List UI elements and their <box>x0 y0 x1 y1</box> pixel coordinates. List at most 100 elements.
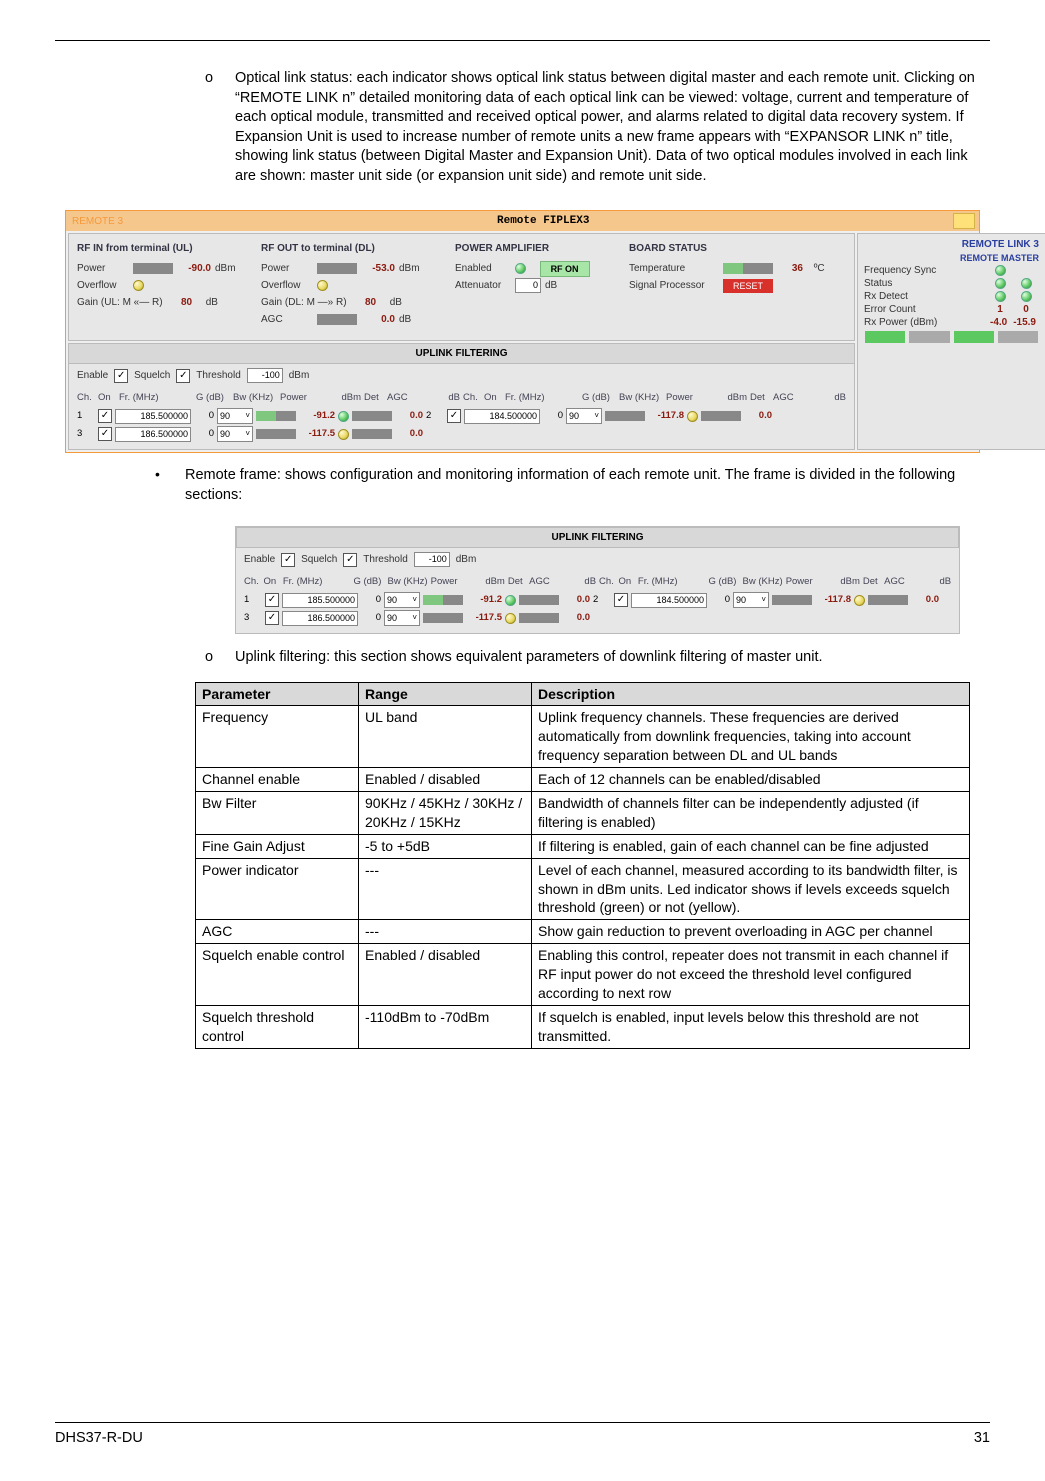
agc-val: 0.0 <box>395 410 423 423</box>
enable-lbl: Enable <box>77 369 108 383</box>
table-row: Squelch threshold control-110dBm to -70d… <box>196 1005 970 1048</box>
uplink-filtering-text: Uplink filtering: this section shows equ… <box>235 649 823 665</box>
bw-select[interactable]: 90 <box>566 408 602 424</box>
h: Det <box>863 576 881 589</box>
ch-hdr2: Ch. <box>463 392 481 405</box>
squelch-lbl: Squelch <box>134 369 170 383</box>
ch-on-checkbox[interactable]: ✓ <box>447 409 461 423</box>
table-row: Squelch enable controlEnabled / disabled… <box>196 944 970 1006</box>
c: 0 <box>361 612 381 625</box>
rl-rx-detect: Rx Detect <box>864 290 908 304</box>
remote-frame-paragraph: •Remote frame: shows configuration and m… <box>185 465 980 505</box>
optical-link-paragraph: oOptical link status: each indicator sho… <box>235 69 980 186</box>
fr-hdr2: Fr. (MHz) <box>505 392 579 405</box>
ul-gain-lbl: Gain (UL: M «— R) <box>77 296 177 310</box>
c: 0.0 <box>911 594 939 607</box>
agc-val: 0.0 <box>744 410 772 423</box>
ch-on-checkbox[interactable]: ✓ <box>265 611 279 625</box>
enable-checkbox[interactable]: ✓ <box>114 369 128 383</box>
table-row: Channel enableEnabled / disabledEach of … <box>196 768 970 792</box>
led-icon <box>1021 278 1032 289</box>
threshold-input[interactable]: -100 <box>247 368 283 383</box>
led-icon <box>995 278 1006 289</box>
channel-table: Ch. On Fr. (MHz) G (dB) Bw (KHz) Power d… <box>68 387 855 450</box>
pa-att-input[interactable]: 0 <box>515 278 541 293</box>
threshold-unit: dBm <box>456 553 477 567</box>
ul-power-lbl: Power <box>77 262 129 276</box>
td: Enabling this control, repeater does not… <box>532 944 970 1006</box>
filter-controls: Enable✓ Squelch✓ Threshold-100dBm <box>68 364 855 387</box>
ch-on-checkbox[interactable]: ✓ <box>265 593 279 607</box>
h: Bw (KHz) <box>387 576 427 589</box>
td: Channel enable <box>196 768 359 792</box>
g-val: 0 <box>194 410 214 423</box>
threshold-lbl: Threshold <box>363 553 407 567</box>
h: dB <box>926 576 952 589</box>
rl-status: Status <box>864 277 892 291</box>
rl-bar <box>909 331 949 343</box>
td: If squelch is enabled, input levels belo… <box>532 1005 970 1048</box>
det-led <box>505 595 516 606</box>
freq-input[interactable]: 184.500000 <box>464 409 540 424</box>
footer-page-num: 31 <box>974 1429 990 1449</box>
dl-power-bar <box>317 263 357 274</box>
freq-input[interactable]: 185.500000 <box>115 409 191 424</box>
bw-select[interactable]: 90 <box>384 592 420 608</box>
td: Bandwidth of channels filter can be inde… <box>532 792 970 835</box>
parameter-table: Parameter Range Description FrequencyUL … <box>195 682 970 1049</box>
power-bar <box>256 429 296 439</box>
h: dB <box>570 576 596 589</box>
ul-gain-val: 80 <box>181 296 192 310</box>
remote-frame-text: Remote frame: shows configuration and mo… <box>185 467 955 503</box>
agc-val: 0.0 <box>395 428 423 441</box>
footer-doc-id: DHS37-R-DU <box>55 1429 143 1449</box>
freq-input[interactable]: 185.500000 <box>282 593 358 608</box>
uplink-filtering-header: UPLINK FILTERING <box>68 343 855 365</box>
bw-hdr: Bw (KHz) <box>233 392 277 405</box>
h: Ch. <box>599 576 615 589</box>
rl-val: 0 <box>1023 303 1029 317</box>
pa-enabled-lbl: Enabled <box>455 262 511 276</box>
bs-temp-unit: ºC <box>814 262 825 276</box>
dl-power-val: -53.0 <box>361 262 395 276</box>
fig1-titlebar: REMOTE 3 Remote FIPLEX3 <box>66 211 979 231</box>
bw-select[interactable]: 90 <box>384 610 420 626</box>
power-bar <box>772 595 812 605</box>
channel-header-row: Ch. On Fr. (MHz) G (dB) Bw (KHz) Power d… <box>244 573 951 591</box>
bullet-marker: • <box>155 465 185 484</box>
remote-link-cols: REMOTE MASTER <box>864 252 1039 264</box>
channel-row: 1 ✓ 185.500000 0 90 -91.2 0.0 2 ✓ 184.50… <box>77 407 846 425</box>
rf-on-button[interactable]: RF ON <box>540 261 590 277</box>
td: --- <box>359 858 532 920</box>
squelch-checkbox[interactable]: ✓ <box>343 553 357 567</box>
squelch-checkbox[interactable]: ✓ <box>176 369 190 383</box>
power-dbm: -117.5 <box>299 428 335 441</box>
enable-checkbox[interactable]: ✓ <box>281 553 295 567</box>
bw-select[interactable]: 90 <box>217 426 253 442</box>
h: Bw (KHz) <box>743 576 783 589</box>
bw-select[interactable]: 90 <box>733 592 769 608</box>
bw-select[interactable]: 90 <box>217 408 253 424</box>
power-amplifier-panel: POWER AMPLIFIER Enabled RF ON Attenuator… <box>455 242 625 330</box>
td: Enabled / disabled <box>359 944 532 1006</box>
freq-input[interactable]: 184.500000 <box>631 593 707 608</box>
ch-num: 3 <box>77 428 95 441</box>
dbm-hdr2: dBm <box>711 392 747 405</box>
td: Squelch threshold control <box>196 1005 359 1048</box>
ch-on-checkbox[interactable]: ✓ <box>614 593 628 607</box>
reset-button[interactable]: RESET <box>723 279 773 293</box>
ch-on-checkbox[interactable]: ✓ <box>98 427 112 441</box>
det-led <box>338 429 349 440</box>
td: -110dBm to -70dBm <box>359 1005 532 1048</box>
uplink-filtering-paragraph: oUplink filtering: this section shows eq… <box>235 648 980 668</box>
power-bar <box>423 613 463 623</box>
rl-freq-sync: Frequency Sync <box>864 264 936 278</box>
agc-bar <box>519 595 559 605</box>
g-val: 0 <box>194 428 214 441</box>
ch-on-checkbox[interactable]: ✓ <box>98 409 112 423</box>
threshold-input[interactable]: -100 <box>414 552 450 567</box>
power-dbm: -117.8 <box>648 410 684 423</box>
freq-input[interactable]: 186.500000 <box>115 427 191 442</box>
freq-input[interactable]: 186.500000 <box>282 611 358 626</box>
g-val: 0 <box>543 410 563 423</box>
